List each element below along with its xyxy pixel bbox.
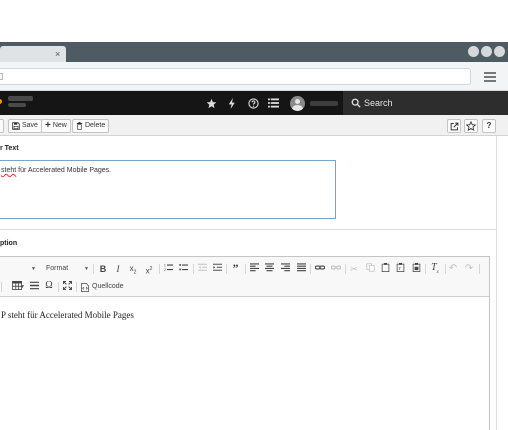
cut-icon[interactable]: ✂ bbox=[349, 263, 359, 275]
bookmark-button[interactable] bbox=[464, 119, 478, 133]
trash-icon bbox=[76, 122, 83, 130]
subscript-icon[interactable]: x2 bbox=[127, 263, 139, 276]
external-link-icon bbox=[450, 122, 458, 130]
remove-format-icon[interactable]: Tx bbox=[429, 262, 441, 275]
svg-text:1: 1 bbox=[164, 263, 166, 267]
paste-text-icon[interactable]: T bbox=[395, 263, 405, 275]
horizontal-rule-icon[interactable] bbox=[29, 281, 39, 293]
align-center-icon[interactable] bbox=[264, 263, 274, 275]
undo-icon[interactable]: ↶ bbox=[448, 263, 458, 275]
redo-icon[interactable]: ↷ bbox=[464, 263, 474, 275]
italic-icon[interactable]: I bbox=[113, 263, 123, 275]
misspelled-word: steht bbox=[1, 167, 17, 174]
window-maximize-button[interactable] bbox=[481, 46, 492, 57]
bolt-icon[interactable] bbox=[226, 95, 238, 111]
new-label: New bbox=[52, 122, 67, 129]
search-button[interactable]: Search bbox=[343, 91, 508, 115]
star-outline-icon bbox=[466, 121, 476, 131]
username-blurred[interactable] bbox=[310, 101, 338, 106]
hamburger-menu-icon[interactable] bbox=[484, 72, 496, 82]
align-right-icon[interactable] bbox=[280, 263, 290, 275]
site-name-blurred bbox=[8, 96, 33, 101]
link-icon[interactable] bbox=[314, 263, 325, 275]
bullet-list-icon[interactable] bbox=[178, 263, 188, 275]
window-minimize-button[interactable] bbox=[468, 46, 479, 57]
amp-text-value: für Accelerated Mobile Pages. bbox=[16, 167, 112, 174]
format-label: Format bbox=[46, 265, 69, 272]
question-mark-icon: ? bbox=[486, 121, 492, 130]
close-icon[interactable]: × bbox=[55, 48, 60, 60]
format-dropdown[interactable]: Format ▼ bbox=[46, 263, 91, 275]
numbered-list-icon[interactable]: 12 bbox=[163, 263, 173, 275]
align-justify-icon[interactable] bbox=[296, 263, 306, 275]
svg-text:2: 2 bbox=[164, 268, 166, 272]
amp-text-input[interactable]: steht für Accelerated Mobile Pages. bbox=[0, 160, 336, 219]
paste-icon[interactable] bbox=[380, 263, 390, 275]
site-subtitle-blurred bbox=[8, 103, 26, 107]
superscript-icon[interactable]: x2 bbox=[143, 263, 155, 276]
bold-icon[interactable]: B bbox=[98, 263, 108, 275]
caption-label: ption bbox=[0, 240, 18, 247]
window-close-button[interactable] bbox=[494, 46, 505, 57]
paste-word-icon[interactable] bbox=[411, 263, 421, 275]
outdent-icon[interactable] bbox=[197, 263, 207, 275]
browser-tab-strip bbox=[0, 42, 508, 62]
new-button[interactable]: + New bbox=[41, 119, 71, 133]
content-divider bbox=[496, 136, 497, 430]
floppy-disk-icon bbox=[12, 122, 20, 130]
plus-icon: + bbox=[45, 120, 51, 131]
section-separator bbox=[0, 229, 496, 230]
editor-content[interactable]: P steht für Accelerated Mobile Pages bbox=[1, 309, 134, 321]
maximize-icon[interactable] bbox=[62, 280, 72, 293]
app-logo[interactable] bbox=[0, 99, 2, 104]
align-left-icon[interactable] bbox=[249, 263, 259, 275]
blockquote-icon[interactable]: ” bbox=[230, 262, 241, 274]
source-label: Quellcode bbox=[92, 283, 124, 290]
avatar[interactable] bbox=[290, 96, 305, 111]
help-icon[interactable] bbox=[246, 95, 260, 111]
unlink-icon[interactable] bbox=[330, 263, 341, 275]
page-icon bbox=[0, 73, 3, 80]
delete-label: Delete bbox=[85, 122, 106, 129]
open-external-button[interactable] bbox=[447, 119, 461, 133]
amp-text-label: r Text bbox=[0, 145, 19, 152]
browser-tab[interactable]: × bbox=[0, 46, 66, 62]
styles-dropdown[interactable]: ▼ bbox=[31, 263, 36, 275]
chevron-down-icon: ▼ bbox=[84, 266, 89, 272]
save-button[interactable]: Save bbox=[8, 119, 42, 133]
previous-button-partial[interactable] bbox=[0, 119, 4, 133]
editor-toolbar: ▼ Format ▼ B I x2 x2 12 ” ✂ T Tx ↶ ↷ ▼ Ω… bbox=[0, 257, 489, 297]
search-label: Search bbox=[364, 98, 393, 108]
rich-text-editor: ▼ Format ▼ B I x2 x2 12 ” ✂ T Tx ↶ ↷ ▼ Ω… bbox=[0, 256, 490, 430]
address-bar[interactable] bbox=[0, 68, 471, 85]
save-label: Save bbox=[22, 122, 38, 129]
copy-icon[interactable] bbox=[365, 263, 375, 275]
source-code-icon bbox=[81, 282, 89, 292]
list-icon[interactable] bbox=[266, 95, 280, 111]
table-icon[interactable]: ▼ bbox=[9, 281, 25, 293]
delete-button[interactable]: Delete bbox=[72, 119, 110, 133]
star-icon[interactable] bbox=[204, 95, 218, 111]
special-character-icon[interactable]: Ω bbox=[44, 280, 54, 292]
search-icon bbox=[351, 98, 361, 108]
svg-text:T: T bbox=[398, 267, 401, 271]
source-button[interactable]: Quellcode bbox=[81, 281, 125, 293]
help-button[interactable]: ? bbox=[482, 119, 496, 133]
indent-icon[interactable] bbox=[212, 263, 222, 275]
